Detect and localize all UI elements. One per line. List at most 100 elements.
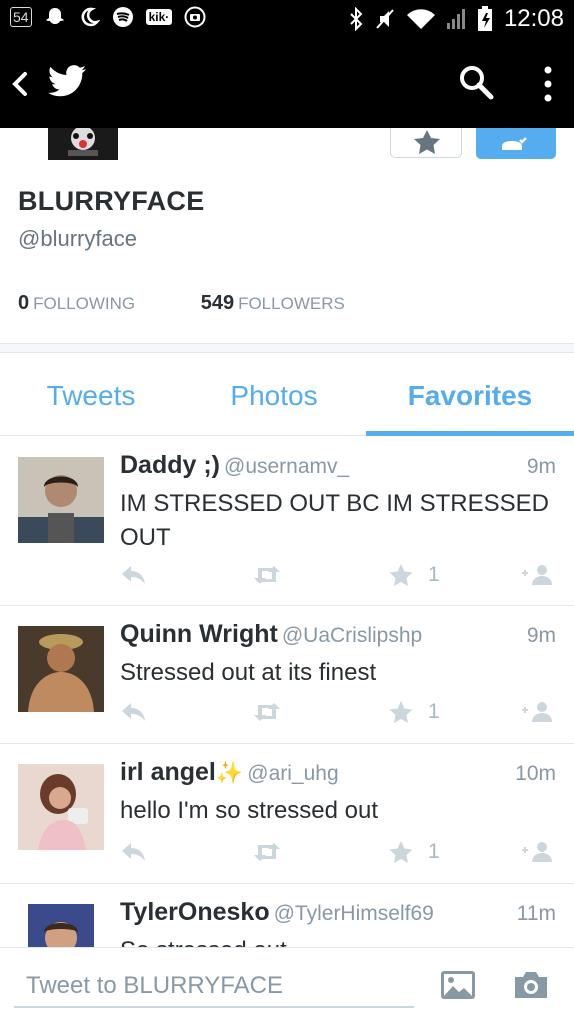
- tweet-timestamp: 11m: [516, 902, 556, 925]
- star-icon: [389, 841, 413, 863]
- moon-icon: [81, 7, 100, 27]
- favorite-profile-button[interactable]: [390, 128, 462, 158]
- reply-button[interactable]: [120, 838, 148, 866]
- following-count: 0: [18, 292, 30, 314]
- star-icon: [389, 564, 413, 586]
- tweet-avatar[interactable]: [18, 626, 104, 712]
- follow-user-button[interactable]: [520, 561, 556, 589]
- following-label: FOLLOWING: [33, 294, 136, 313]
- wifi-icon: [406, 9, 435, 29]
- camera-icon[interactable]: [512, 970, 550, 1000]
- battery-icon: [477, 6, 492, 31]
- tweet-avatar[interactable]: [28, 904, 94, 947]
- favorite-count: 1: [428, 840, 440, 863]
- retweet-icon: [254, 566, 280, 584]
- bluetooth-icon: [350, 7, 363, 31]
- mute-icon: [376, 9, 394, 29]
- profile-stats: 0 FOLLOWING 549 FOLLOWERS: [18, 292, 405, 315]
- tweet-text: Stressed out at its finest: [120, 659, 377, 686]
- favorite-count: 1: [428, 563, 440, 586]
- sparkles-emoji: ✨: [215, 760, 244, 785]
- retweet-icon: [254, 703, 280, 721]
- tweet-text: hello I'm so stressed out: [120, 797, 379, 824]
- overflow-menu-icon[interactable]: [538, 64, 558, 104]
- reply-icon: [122, 843, 145, 861]
- tweet-header: Daddy ;) @usernamv_ 9m: [120, 451, 556, 483]
- selected-tab-indicator: [366, 431, 574, 436]
- tweet-timestamp: 9m: [526, 624, 556, 647]
- tweet-avatar[interactable]: [18, 457, 104, 543]
- ghost-icon: [45, 8, 64, 24]
- tweet-timestamp: 10m: [515, 762, 556, 785]
- tweet-header: Quinn Wright @UaCrislipshp 9m: [120, 620, 556, 652]
- app-bar: [0, 40, 574, 128]
- star-icon: [389, 701, 413, 723]
- tweet-item[interactable]: TylerOnesko@TylerHimself69 11m So stress…: [0, 884, 574, 947]
- tab-favorites[interactable]: Favorites: [366, 380, 574, 412]
- tweet-header: irl angel✨ @ari_uhg 10m: [120, 758, 556, 790]
- tweet-author-name[interactable]: Quinn Wright: [120, 620, 278, 648]
- search-icon[interactable]: [458, 64, 494, 100]
- tweet-author-handle[interactable]: @TylerHimself69: [274, 902, 434, 925]
- favorite-button[interactable]: 1: [388, 838, 440, 866]
- tweet-list: Daddy ;) @usernamv_ 9m IM STRESSED OUT BC…: [0, 437, 574, 947]
- follow-user-button[interactable]: [520, 838, 556, 866]
- profile-handle: @blurryface: [18, 226, 137, 251]
- follow-button[interactable]: [476, 128, 556, 159]
- tweet-text: So stressed out: [120, 934, 554, 947]
- section-divider: [0, 343, 574, 353]
- profile-header: BLURRYFACE @blurryface 0 FOLLOWING 549 FOL…: [0, 128, 574, 360]
- tab-tweets[interactable]: Tweets: [0, 380, 182, 412]
- star-icon: [414, 130, 440, 154]
- spotify-icon: [112, 7, 133, 27]
- favorite-count: 1: [428, 700, 440, 723]
- profile-tabs: Tweets Photos Favorites: [0, 360, 574, 436]
- reply-button[interactable]: [120, 561, 148, 589]
- back-chevron-icon[interactable]: [8, 66, 32, 102]
- tweet-item[interactable]: Quinn Wright @UaCrislipshp 9m Stressed ou…: [0, 606, 574, 744]
- reply-button[interactable]: [120, 698, 148, 726]
- tweet-actions: 1: [120, 838, 556, 868]
- favorite-button[interactable]: 1: [388, 698, 440, 726]
- tweet-item[interactable]: irl angel✨ @ari_uhg 10m hello I'm so stre…: [0, 744, 574, 884]
- tweet-author-handle[interactable]: @usernamv_: [224, 455, 349, 478]
- retweet-button[interactable]: [252, 561, 282, 589]
- retweet-button[interactable]: [252, 838, 282, 866]
- add-user-icon: [522, 565, 552, 585]
- camera-circle-icon: [184, 6, 206, 28]
- notification-count-badge: 54: [10, 7, 32, 27]
- tweet-avatar[interactable]: [18, 764, 104, 850]
- tweet-header: TylerOnesko @TylerHimself69 11m: [120, 898, 556, 930]
- tweet-author-name[interactable]: TylerOnesko: [120, 898, 270, 926]
- tweet-author-handle[interactable]: @ari_uhg: [247, 762, 338, 785]
- tweet-text: IM STRESSED OUT BC IM STRESSED OUT: [120, 490, 549, 551]
- tweet-timestamp: 9m: [526, 455, 556, 478]
- status-bar: 54 kik· 12:08: [0, 0, 574, 40]
- tweet-actions: 1: [120, 561, 556, 591]
- kik-icon: kik·: [145, 9, 173, 25]
- profile-avatar[interactable]: [48, 128, 118, 160]
- followers-label: FOLLOWERS: [238, 294, 345, 313]
- profile-name: BLURRYFACE: [18, 186, 205, 216]
- tweet-author-name[interactable]: Daddy ;): [120, 451, 220, 479]
- following-stat[interactable]: 0 FOLLOWING: [18, 292, 135, 315]
- retweet-button[interactable]: [252, 698, 282, 726]
- follow-user-button[interactable]: [520, 698, 556, 726]
- twitter-bird-icon[interactable]: [48, 64, 88, 100]
- retweet-icon: [254, 843, 280, 861]
- tweet-author-name[interactable]: irl angel: [120, 758, 216, 786]
- tab-photos[interactable]: Photos: [182, 380, 366, 412]
- add-photo-icon[interactable]: [440, 970, 476, 1000]
- tweet-author-handle[interactable]: @UaCrislipshp: [282, 624, 422, 647]
- tweet-compose-input[interactable]: Tweet to BLURRYFACE: [14, 970, 414, 1008]
- favorite-button[interactable]: 1: [388, 561, 440, 589]
- reply-icon: [122, 566, 145, 584]
- add-user-icon: [522, 702, 552, 722]
- followers-count: 549: [200, 292, 235, 314]
- tweet-actions: 1: [120, 698, 556, 728]
- compose-bar: Tweet to BLURRYFACE: [0, 947, 574, 1022]
- add-user-icon: [522, 842, 552, 862]
- follow-person-icon: [502, 137, 527, 150]
- followers-stat[interactable]: 549 FOLLOWERS: [201, 292, 345, 315]
- tweet-item[interactable]: Daddy ;) @usernamv_ 9m IM STRESSED OUT BC…: [0, 437, 574, 606]
